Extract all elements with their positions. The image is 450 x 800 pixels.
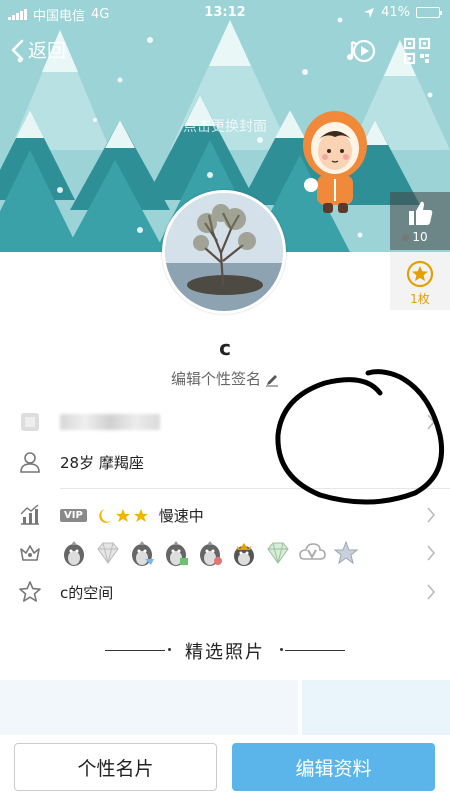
penguin-badge-icon	[64, 541, 84, 566]
like-count: 10	[412, 230, 428, 244]
space-row[interactable]: c的空间	[0, 572, 450, 612]
back-label: 返回	[28, 40, 67, 62]
level-content: VIP 慢速中	[60, 505, 204, 526]
chevron-left-icon	[11, 39, 24, 60]
level-moon-stars-icon	[99, 508, 148, 523]
growth-chart-icon	[20, 504, 39, 525]
blurred-account-id	[60, 414, 160, 430]
battery-icon	[416, 7, 442, 18]
avatar-photo-tree	[165, 193, 283, 311]
battery-percent: 41%	[381, 5, 410, 20]
profile-name: c	[219, 336, 231, 360]
thumbs-up-icon	[409, 201, 433, 225]
qr-code-icon[interactable]	[402, 36, 432, 66]
cloud-v-badge-icon	[299, 543, 326, 560]
avatar[interactable]	[162, 190, 286, 314]
vip-badge: VIP	[60, 509, 87, 522]
signature-text: 编辑个性签名	[170, 370, 261, 388]
music-play-icon[interactable]	[346, 36, 376, 66]
photo-thumb[interactable]	[0, 680, 298, 740]
diamond-green-badge-icon	[267, 542, 289, 564]
nav-bar: 返回	[0, 30, 450, 74]
back-button[interactable]: 返回	[10, 36, 66, 63]
speed-status: 慢速中	[158, 507, 204, 525]
blurred-account-icon	[21, 413, 39, 431]
penguin-green-badge-icon	[166, 541, 188, 566]
diamond-badge-icon	[97, 542, 119, 564]
bottom-bar: 个性名片 编辑资料	[0, 735, 450, 800]
star-medal-icon	[406, 260, 434, 288]
badges-row[interactable]	[0, 533, 450, 573]
badge-list	[60, 539, 360, 567]
penguin-blue-badge-icon	[132, 541, 154, 566]
star-button[interactable]: 1枚	[390, 252, 450, 310]
status-bar: 中国电信 4G 13:12 41%	[0, 0, 450, 26]
hand-drawn-circle-annotation	[275, 369, 445, 505]
space-label: c的空间	[60, 584, 114, 602]
featured-photos-title: 精选照片	[0, 638, 450, 664]
star-outline-icon	[19, 581, 41, 602]
photo-strip[interactable]	[0, 680, 450, 740]
title-dot	[280, 648, 283, 651]
like-button[interactable]: 10	[390, 192, 450, 250]
location-icon	[364, 7, 375, 18]
penguin-red-badge-icon	[200, 541, 222, 566]
crown-icon	[20, 545, 40, 561]
person-icon	[20, 452, 40, 473]
edit-profile-button[interactable]: 编辑资料	[232, 743, 435, 791]
star-count: 1枚	[410, 292, 430, 306]
title-dot	[168, 648, 171, 651]
photo-thumb[interactable]	[302, 680, 450, 740]
chevron-right-icon	[427, 545, 436, 561]
age-zodiac-text: 28岁 摩羯座	[60, 454, 144, 472]
penguin-crown-badge-icon	[234, 543, 254, 566]
change-cover-hint[interactable]: 点击更换封面	[0, 116, 450, 136]
chevron-right-icon	[427, 584, 436, 600]
profile-card-button[interactable]: 个性名片	[14, 743, 217, 791]
star-grey-badge-icon	[333, 540, 359, 565]
